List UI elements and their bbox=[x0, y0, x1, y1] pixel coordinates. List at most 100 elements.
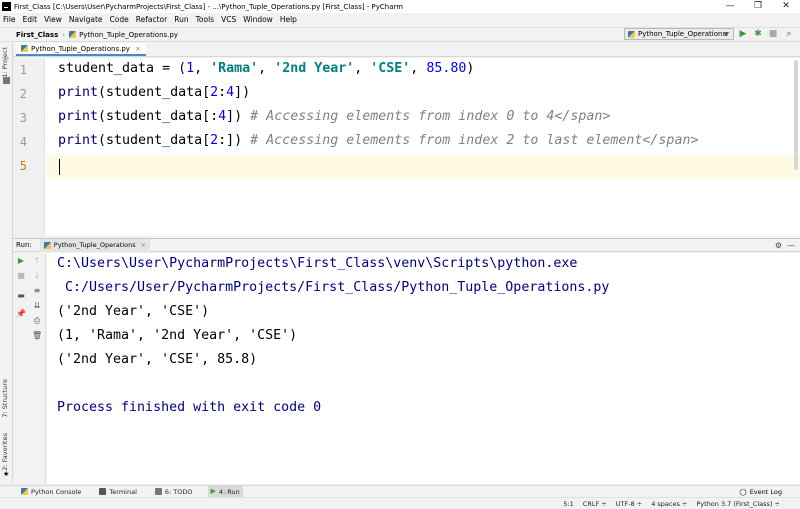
console-output[interactable]: C:\Users\User\PycharmProjects\First_Clas… bbox=[47, 253, 800, 484]
run-icon: ▶ bbox=[210, 487, 216, 495]
menu-navigate[interactable]: Navigate bbox=[69, 15, 103, 24]
console-line: Process finished with exit code 0 bbox=[57, 400, 322, 415]
run-window-header: Run: Python_Tuple_Operations × ⚙ — bbox=[13, 238, 800, 252]
python-interpreter[interactable]: Python 3.7 (First_Class) ÷ bbox=[696, 500, 780, 508]
print-icon[interactable]: ⎙ bbox=[32, 316, 42, 326]
file-encoding[interactable]: UTF-8 ÷ bbox=[616, 500, 642, 508]
menu-file[interactable]: File bbox=[3, 15, 16, 24]
menu-view[interactable]: View bbox=[44, 15, 62, 24]
run-tab-label: Python_Tuple_Operations bbox=[53, 241, 136, 249]
menu-help[interactable]: Help bbox=[280, 15, 297, 24]
structure-tool-tab[interactable]: 7: Structure bbox=[1, 379, 9, 418]
editor-tab-label: Python_Tuple_Operations.py bbox=[31, 44, 130, 53]
menu-code[interactable]: Code bbox=[110, 15, 129, 24]
soft-wrap-icon[interactable]: ≡ bbox=[32, 286, 42, 296]
close-tab-icon[interactable]: × bbox=[141, 241, 146, 249]
minimize-button[interactable]: — bbox=[716, 0, 744, 13]
event-log-label: Event Log bbox=[749, 488, 782, 496]
menu-run[interactable]: Run bbox=[174, 15, 188, 24]
pycharm-logo-icon bbox=[2, 2, 11, 11]
list-icon bbox=[154, 488, 162, 495]
code-line[interactable]: student_data = (1, 'Rama', '2nd Year', '… bbox=[58, 61, 474, 76]
python-console-label: Python Console bbox=[31, 487, 82, 496]
status-bar: 5:1 CRLF ÷ UTF-8 ÷ 4 spaces ÷ Python 3.7… bbox=[0, 497, 800, 509]
line-number: 1 bbox=[19, 63, 27, 77]
code-line[interactable]: print(student_data[2:4]) bbox=[58, 85, 250, 100]
arrow-down-icon[interactable]: ↓ bbox=[32, 271, 42, 281]
todo-tab[interactable]: 6: TODO bbox=[152, 486, 196, 498]
code-token: 'CSE' bbox=[370, 61, 411, 76]
code-editor[interactable]: 1 2 3 4 5 student_data = (1, 'Rama', '2n… bbox=[13, 58, 800, 236]
stop-icon[interactable]: ■ bbox=[16, 271, 26, 281]
run-configuration-label: Python_Tuple_Operations bbox=[638, 30, 727, 38]
scroll-to-end-icon[interactable]: ⇊ bbox=[32, 301, 42, 311]
folder-icon bbox=[3, 77, 10, 84]
menu-edit[interactable]: Edit bbox=[23, 15, 38, 24]
restore-button[interactable]: ❐ bbox=[744, 0, 772, 13]
code-token: : bbox=[218, 85, 227, 100]
chevron-down-icon: ▼ bbox=[724, 30, 729, 38]
code-token: ]) bbox=[234, 85, 251, 100]
breadcrumb-file[interactable]: Python_Tuple_Operations.py bbox=[69, 31, 178, 39]
bottom-tool-tabs: Python Console Terminal 6: TODO ▶ 4: Run… bbox=[0, 485, 800, 498]
code-token: , bbox=[354, 61, 371, 76]
console-line: C:/Users/User/PycharmProjects/First_Clas… bbox=[57, 280, 610, 295]
console-line: ('2nd Year', 'CSE') bbox=[57, 304, 210, 319]
editor-scrollbar[interactable] bbox=[794, 60, 798, 170]
code-token: print bbox=[58, 109, 99, 124]
menu-tools[interactable]: Tools bbox=[196, 15, 214, 24]
menu-refactor[interactable]: Refactor bbox=[136, 15, 167, 24]
stop-icon[interactable]: ■ bbox=[768, 29, 778, 39]
terminal-tab[interactable]: Terminal bbox=[96, 486, 139, 498]
run-label: Run: bbox=[16, 241, 32, 249]
terminal-icon bbox=[99, 488, 107, 495]
python-icon bbox=[21, 488, 28, 495]
editor-tab[interactable]: Python_Tuple_Operations.py × bbox=[16, 43, 146, 56]
close-button[interactable]: ✕ bbox=[772, 0, 800, 13]
caret-position[interactable]: 5:1 bbox=[563, 500, 573, 508]
run-tab[interactable]: Python_Tuple_Operations × bbox=[39, 238, 151, 252]
python-file-icon bbox=[43, 241, 51, 249]
breadcrumb-project[interactable]: First_Class bbox=[16, 31, 58, 39]
line-separator[interactable]: CRLF ÷ bbox=[583, 500, 607, 508]
code-line[interactable]: print(student_data[:4]) # Accessing elem… bbox=[58, 109, 610, 124]
breadcrumb-file-label: Python_Tuple_Operations.py bbox=[79, 30, 178, 39]
minimize-panel-icon[interactable]: — bbox=[787, 241, 795, 250]
code-line[interactable]: print(student_data[2:]) # Accessing elem… bbox=[58, 133, 698, 148]
pin-icon[interactable]: 📌 bbox=[16, 309, 26, 319]
project-tool-tab[interactable]: 1: Project bbox=[1, 47, 9, 78]
favorites-tool-tab[interactable]: 2: Favorites bbox=[1, 433, 9, 471]
menu-window[interactable]: Window bbox=[243, 15, 273, 24]
layout-icon[interactable]: ▬ bbox=[16, 291, 26, 301]
run-icon[interactable]: ▶ bbox=[738, 29, 748, 39]
code-token: 1 bbox=[186, 61, 195, 76]
arrow-up-icon[interactable]: ↑ bbox=[32, 256, 42, 266]
debug-icon[interactable]: ✱ bbox=[753, 29, 763, 39]
code-token: student_data = ( bbox=[58, 61, 187, 76]
run-tool-tab[interactable]: ▶ 4: Run bbox=[207, 485, 243, 498]
code-token: ]) bbox=[226, 109, 251, 124]
close-tab-icon[interactable]: × bbox=[135, 45, 141, 53]
run-configuration-select[interactable]: Python_Tuple_Operations ▼ bbox=[624, 28, 734, 40]
code-token: # Accessing elements from index 0 to 4</… bbox=[250, 109, 611, 124]
console-line: (1, 'Rama', '2nd Year', 'CSE') bbox=[57, 328, 298, 343]
rerun-icon[interactable]: ▶ bbox=[16, 256, 26, 266]
code-token: , bbox=[194, 61, 211, 76]
event-log-icon: ◯ bbox=[739, 488, 747, 496]
python-console-tab[interactable]: Python Console bbox=[18, 486, 84, 498]
menu-bar: File Edit View Navigate Code Refactor Ru… bbox=[0, 13, 800, 26]
python-file-icon bbox=[21, 45, 28, 52]
line-number: 3 bbox=[19, 111, 27, 125]
menu-vcs[interactable]: VCS bbox=[221, 15, 236, 24]
code-token: , bbox=[258, 61, 275, 76]
indent-setting[interactable]: 4 spaces ÷ bbox=[651, 500, 687, 508]
code-token: 85.80 bbox=[426, 61, 467, 76]
gear-icon[interactable]: ⚙ bbox=[775, 241, 782, 250]
search-icon[interactable]: ⌕ bbox=[784, 29, 794, 39]
run-toolbar: ▶ ↑ ■ ↓ ≡ ▬ ⇊ 📌 ⎙ 🗑 bbox=[13, 253, 46, 484]
window-title: First_Class [C:\Users\User\PycharmProjec… bbox=[14, 2, 404, 11]
code-token: :]) bbox=[218, 133, 251, 148]
code-token: print bbox=[58, 133, 99, 148]
code-token: 4 bbox=[226, 85, 235, 100]
trash-icon[interactable]: 🗑 bbox=[32, 331, 42, 341]
